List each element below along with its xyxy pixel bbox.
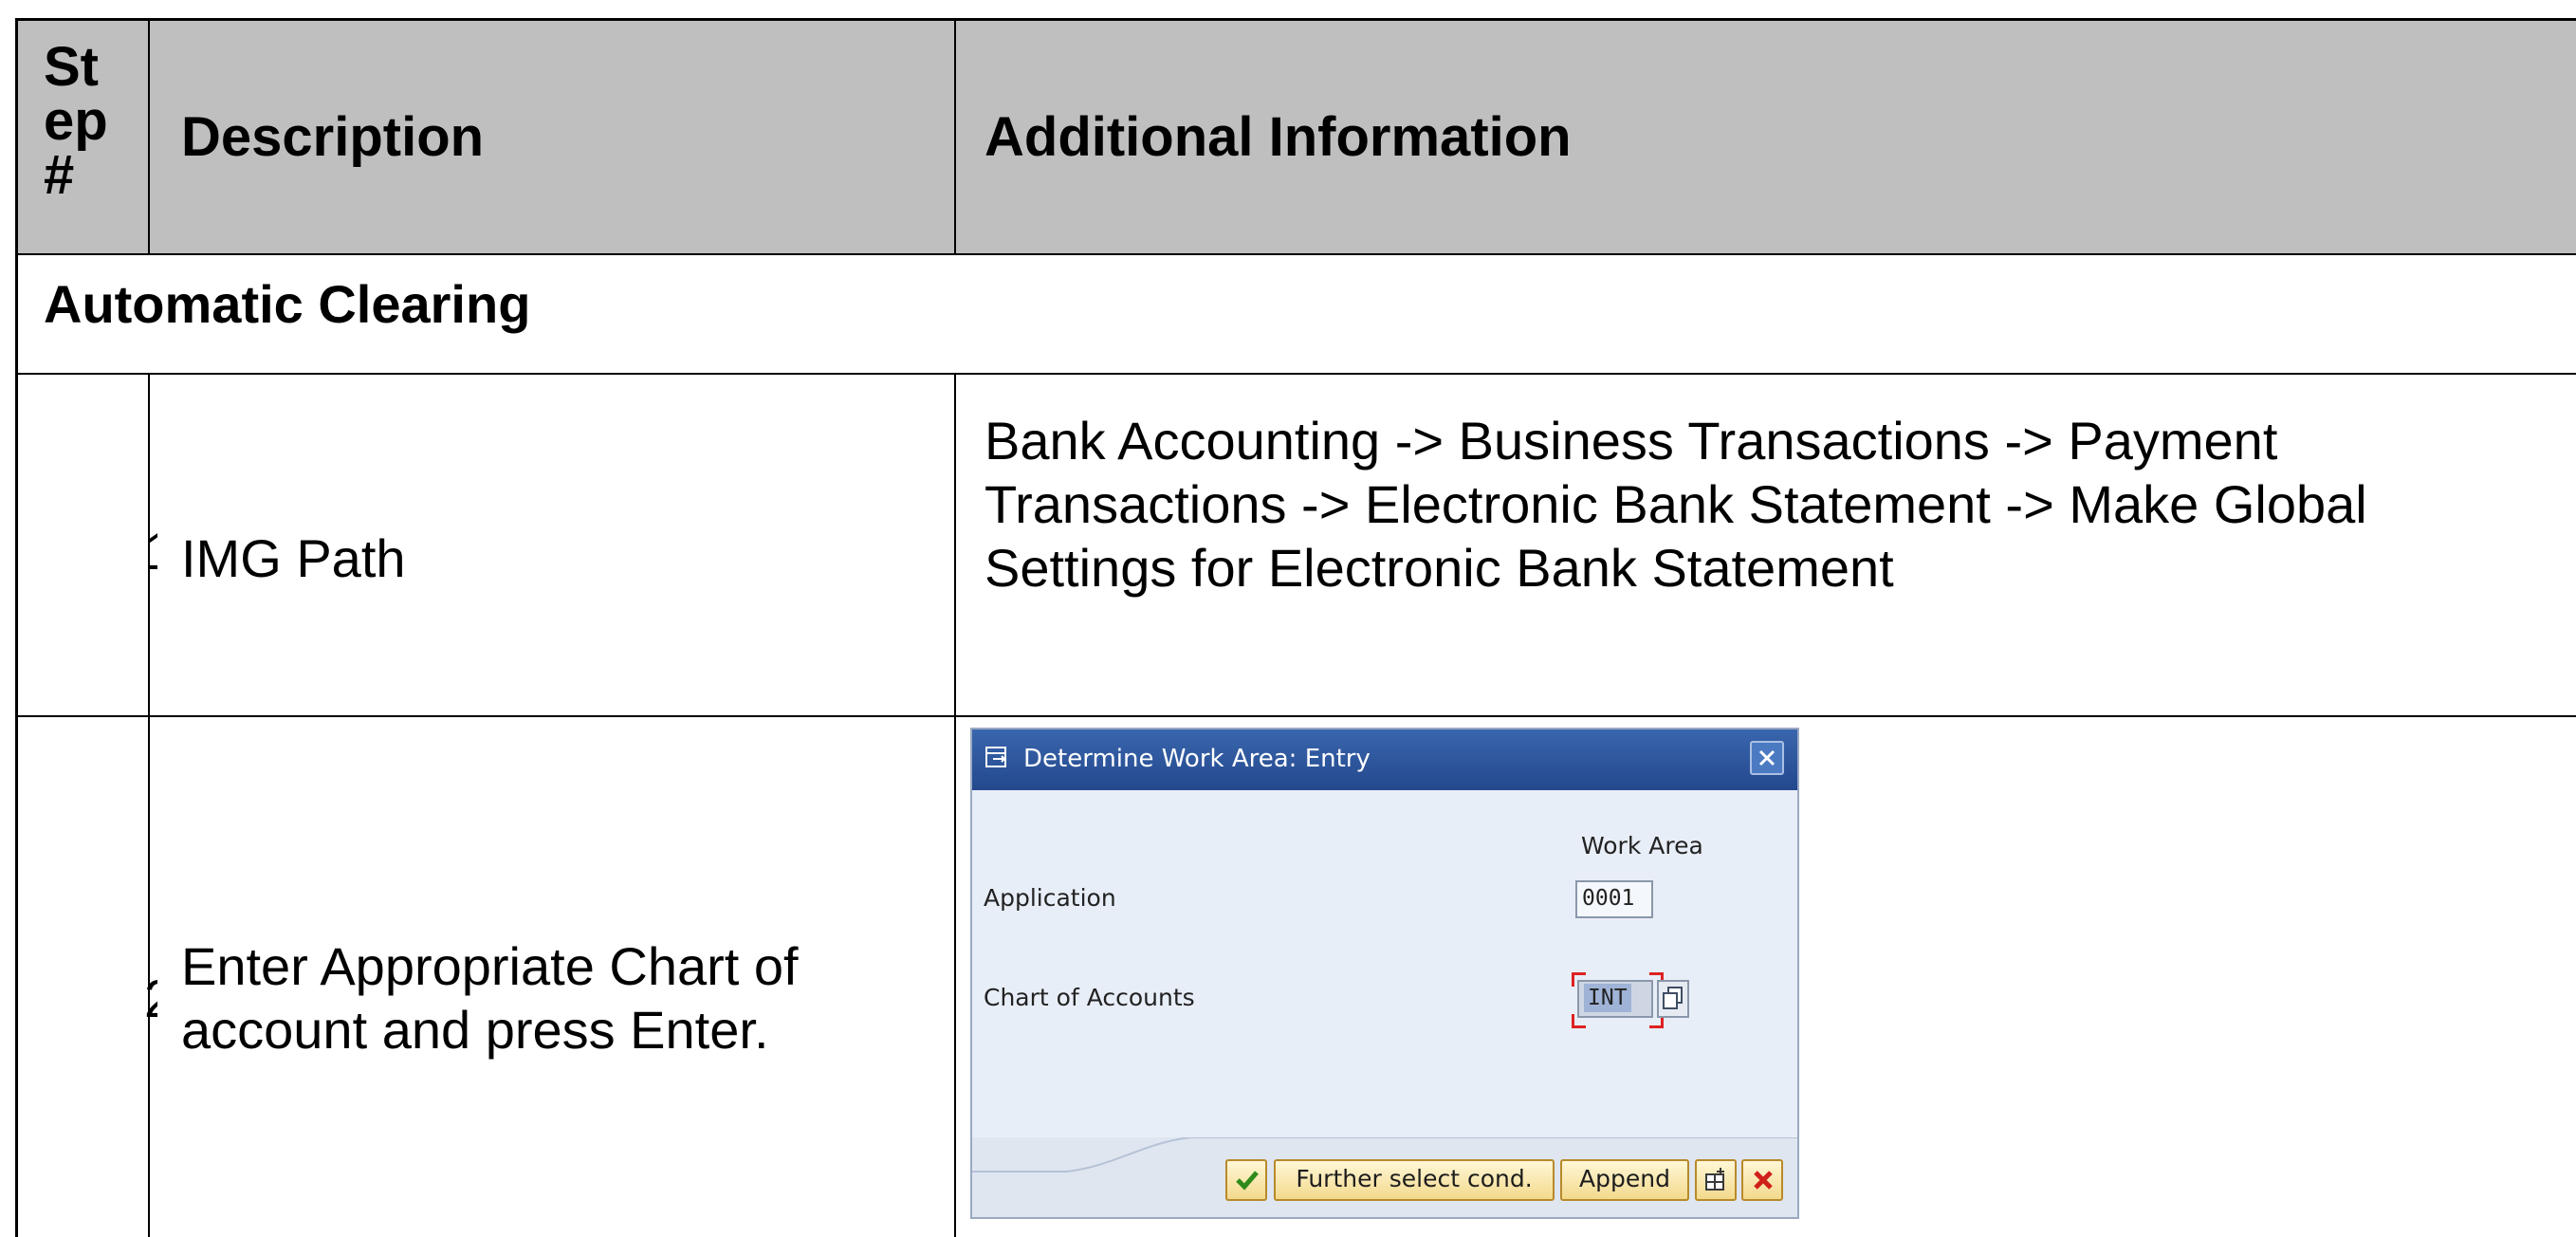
focus-marker bbox=[1572, 972, 1586, 987]
close-icon[interactable] bbox=[1750, 741, 1784, 775]
section-divider bbox=[15, 373, 2576, 375]
column-divider-desc-body bbox=[954, 373, 956, 1237]
append-button[interactable]: Append bbox=[1560, 1159, 1689, 1201]
focus-marker bbox=[1572, 1014, 1586, 1028]
application-field[interactable]: 0001 bbox=[1575, 880, 1653, 918]
step-description: Enter Appropriate Chart of account and p… bbox=[181, 936, 799, 1060]
row-divider bbox=[15, 715, 2576, 717]
sap-dialog-screenshot: Determine Work Area: Entry Work Area App… bbox=[970, 728, 1799, 1219]
header-divider bbox=[15, 253, 2576, 255]
header-step-number: St ep # bbox=[44, 36, 108, 206]
chart-of-accounts-field[interactable]: INT bbox=[1577, 980, 1653, 1018]
section-title: Automatic Clearing bbox=[44, 274, 531, 334]
column-divider-step-body bbox=[148, 373, 150, 1237]
dialog-titlebar: Determine Work Area: Entry bbox=[972, 729, 1797, 790]
column-divider-desc-header bbox=[954, 18, 956, 255]
step-number: 2 bbox=[144, 970, 157, 1027]
step-description: IMG Path bbox=[181, 528, 406, 588]
checkmark-icon bbox=[1236, 1171, 1259, 1191]
confirm-button[interactable] bbox=[1225, 1159, 1267, 1201]
copy-icon[interactable] bbox=[1657, 980, 1689, 1018]
dialog-title: Determine Work Area: Entry bbox=[1023, 745, 1371, 773]
chart-of-accounts-label: Chart of Accounts bbox=[984, 984, 1195, 1011]
header-additional-information: Additional Information bbox=[984, 106, 1572, 168]
table-border-left bbox=[15, 18, 18, 1237]
step-additional-info: Bank Accounting -> Business Transactions… bbox=[984, 411, 2367, 598]
new-entry-icon bbox=[1705, 1168, 1724, 1191]
header-description: Description bbox=[181, 106, 485, 168]
application-label: Application bbox=[984, 884, 1116, 912]
work-area-column-header: Work Area bbox=[1581, 832, 1703, 859]
column-divider-step-header bbox=[148, 18, 150, 255]
window-icon bbox=[985, 747, 1010, 769]
chart-of-accounts-value: INT bbox=[1584, 984, 1631, 1012]
cancel-icon bbox=[1754, 1171, 1773, 1190]
further-select-cond-button[interactable]: Further select cond. bbox=[1274, 1159, 1555, 1201]
table-border-top bbox=[15, 18, 2576, 21]
step-number: 1 bbox=[144, 523, 157, 580]
new-entry-button[interactable] bbox=[1695, 1159, 1737, 1201]
cancel-button[interactable] bbox=[1741, 1159, 1783, 1201]
